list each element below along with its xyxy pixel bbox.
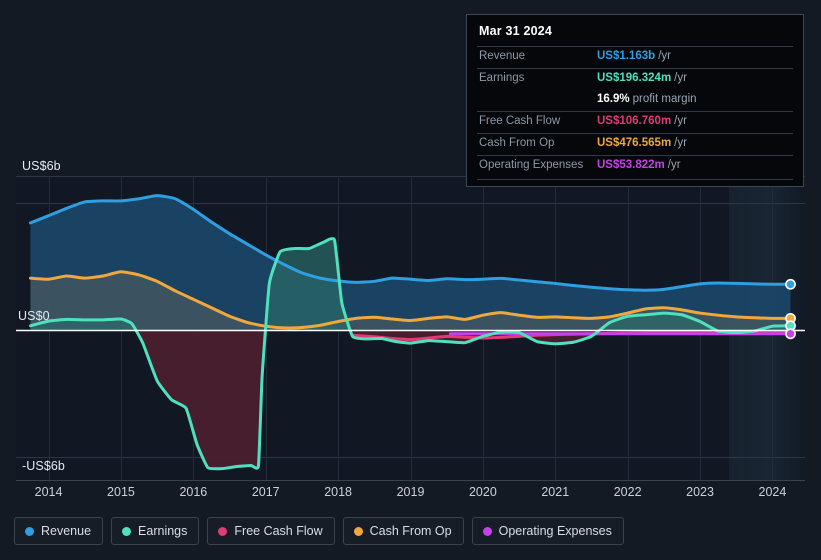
legend-color-dot xyxy=(25,526,34,536)
tooltip-row-key: Earnings xyxy=(479,72,525,84)
legend-item-operating-expenses[interactable]: Operating Expenses xyxy=(471,517,624,545)
tooltip-bottom-rule xyxy=(477,179,793,180)
endpoint-revenue xyxy=(785,278,796,290)
tooltip-row: Free Cash Flow US$106.760m/yr xyxy=(477,111,793,133)
x-axis-label-2020: 2020 xyxy=(468,485,497,499)
tooltip-row-value-wrap: US$476.565m/yr xyxy=(597,137,687,149)
tooltip-row-value: US$196.324m xyxy=(597,72,672,84)
legend-color-dot xyxy=(482,526,492,536)
legend-item-label: Free Cash Flow xyxy=(234,524,323,538)
legend-item-label: Cash From Op xyxy=(369,524,452,538)
tooltip-row-key: Revenue xyxy=(479,50,526,62)
tooltip-row: Revenue US$1.163b/yr xyxy=(477,46,793,68)
tooltip-row-value: US$1.163b xyxy=(597,50,656,62)
tooltip-row-unit: /yr xyxy=(674,72,687,84)
tooltip-row-unit: /yr xyxy=(674,115,687,127)
legend-item-label: Operating Expenses xyxy=(498,524,612,538)
tooltip-row-key: Cash From Op xyxy=(479,137,555,149)
x-axis-label-2018: 2018 xyxy=(324,485,353,499)
legend-item-cash-from-op[interactable]: Cash From Op xyxy=(342,517,464,545)
tooltip-row-value: US$476.565m xyxy=(597,137,672,149)
tooltip-row-unit: /yr xyxy=(674,137,687,149)
legend-item-earnings[interactable]: Earnings xyxy=(111,517,200,545)
x-axis-label-2017: 2017 xyxy=(251,485,280,499)
tooltip-row-unit: /yr xyxy=(667,159,681,171)
x-axis-label-2021: 2021 xyxy=(541,485,570,499)
tooltip-row-value-wrap: US$106.760m/yr xyxy=(597,115,687,127)
tooltip-row: Operating Expenses US$53.822m/yr xyxy=(477,155,793,177)
x-axis-label-2023: 2023 xyxy=(686,485,714,499)
endpoint-operating-expenses xyxy=(785,328,796,340)
tooltip-row-value: 16.9% xyxy=(597,93,630,105)
tooltip-row: Earnings US$196.324m/yr xyxy=(477,68,793,90)
legend-color-dot xyxy=(122,526,132,536)
tooltip-row-key: Free Cash Flow xyxy=(479,115,561,127)
tooltip-row-value: US$106.760m xyxy=(597,115,672,127)
tooltip-row-unit: /yr xyxy=(658,50,671,62)
x-axis-label-2022: 2022 xyxy=(613,485,642,499)
tooltip-row-unit: profit margin xyxy=(632,93,697,105)
tooltip-date: Mar 31 2024 xyxy=(479,24,553,38)
tooltip-row: Cash From Op US$476.565m/yr xyxy=(477,133,793,155)
legend-color-dot xyxy=(218,526,228,536)
x-axis-label-2015: 2015 xyxy=(107,485,135,499)
x-axis-label-2019: 2019 xyxy=(396,485,425,499)
tooltip-rows: Revenue US$1.163b/yr Earnings US$196.324m/y… xyxy=(477,46,793,177)
tooltip-row-value-wrap: US$1.163b/yr xyxy=(597,50,671,62)
tooltip-row-value: US$53.822m xyxy=(597,159,665,171)
legend-color-dot xyxy=(353,526,363,536)
x-axis-label-2016: 2016 xyxy=(179,485,208,499)
tooltip-row-value-wrap: 16.9% profit margin xyxy=(597,93,697,105)
legend-item-free-cash-flow[interactable]: Free Cash Flow xyxy=(207,517,335,545)
tooltip-row-key: Operating Expenses xyxy=(479,159,584,171)
legend-item-label: Revenue xyxy=(41,524,92,538)
data-tooltip: Mar 31 2024 Revenue US$1.163b/yr Earnings U… xyxy=(466,14,804,187)
x-axis-label-2014: 2014 xyxy=(34,485,63,499)
chart-legend: Revenue Earnings Free Cash Flow Cash From O… xyxy=(14,517,624,545)
tooltip-row: 16.9% profit margin xyxy=(477,90,793,111)
x-axis-label-2024: 2024 xyxy=(758,485,787,499)
legend-item-label: Earnings xyxy=(138,524,188,538)
tooltip-row-value-wrap: US$53.822m/yr xyxy=(597,159,681,171)
tooltip-row-value-wrap: US$196.324m/yr xyxy=(597,72,687,84)
legend-item-revenue[interactable]: Revenue xyxy=(14,517,104,545)
financial-history-chart: US$6b US$0 -US$6b 2014 2015 2016 2017 2018 20… xyxy=(0,0,821,560)
